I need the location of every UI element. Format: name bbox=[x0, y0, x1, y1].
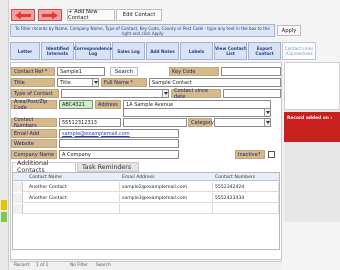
subform-tab-bar: Additional Contacts Task Reminders bbox=[12, 160, 212, 174]
category-select[interactable] bbox=[214, 118, 271, 127]
tab-contact-links[interactable]: Contact Links /Connections bbox=[282, 42, 316, 60]
contact-numbers-field[interactable]: 55512312313 bbox=[59, 118, 121, 127]
row-selector[interactable] bbox=[13, 182, 23, 192]
website-label: Website bbox=[11, 139, 57, 148]
address-line-2-field[interactable] bbox=[123, 108, 271, 117]
record-search-box[interactable]: Search bbox=[96, 263, 111, 268]
address-dropdown-button[interactable] bbox=[264, 109, 270, 116]
tab-correspondence-log[interactable]: Correspondence Log bbox=[74, 42, 112, 60]
column-contact-name[interactable]: Contact Name bbox=[27, 173, 119, 181]
tab-identified-interests[interactable]: Identified Interests bbox=[41, 42, 74, 60]
email-field[interactable]: sample@examplemail.com bbox=[59, 129, 179, 138]
top-toolbar: + Add New Contact Edit Contact bbox=[9, 8, 340, 22]
add-new-contact-button[interactable]: + Add New Contact bbox=[67, 9, 115, 21]
yellow-marker bbox=[1, 200, 7, 210]
tab-export-contact[interactable]: Export Contact bbox=[248, 42, 281, 60]
left-arrow-icon bbox=[15, 11, 31, 19]
chevron-down-icon bbox=[163, 92, 168, 95]
title-label: Title bbox=[11, 78, 55, 87]
no-filter-indicator[interactable]: No Filter bbox=[70, 263, 88, 268]
title-dropdown-button[interactable] bbox=[92, 79, 98, 86]
forward-arrow-button[interactable] bbox=[38, 9, 62, 21]
email-address-cell[interactable]: sample2@examplemail.com bbox=[120, 182, 213, 192]
right-arrow-icon bbox=[42, 11, 58, 19]
tab-additional-contacts[interactable]: Additional Contacts bbox=[12, 160, 76, 174]
record-added-panel: Record added on : bbox=[284, 112, 340, 142]
contact-numbers-cell[interactable]: 5552342424 bbox=[213, 182, 279, 192]
tab-add-notes[interactable]: Add Notes bbox=[146, 42, 179, 60]
contact-name-cell[interactable]: Another Contact bbox=[27, 193, 120, 203]
website-field[interactable] bbox=[59, 139, 179, 148]
key-code-field[interactable] bbox=[221, 67, 281, 76]
green-marker bbox=[1, 212, 7, 222]
row-selector[interactable] bbox=[13, 204, 23, 214]
record-position[interactable]: 1 of 1 bbox=[36, 263, 48, 268]
company-name-label: Company Name bbox=[11, 150, 57, 159]
chevron-down-icon bbox=[93, 81, 98, 84]
category-label: Category bbox=[188, 118, 214, 127]
full-name-field[interactable]: Sample Contact bbox=[149, 78, 281, 87]
contact-ref-field[interactable]: Sample1 bbox=[57, 67, 105, 76]
contact-numbers-cell[interactable]: 5552423434 bbox=[213, 193, 279, 203]
right-image-area bbox=[284, 62, 340, 110]
email-address-cell[interactable] bbox=[120, 204, 213, 214]
contact-numbers-2-field[interactable] bbox=[123, 118, 187, 127]
contact-since-label: Contact since date bbox=[171, 88, 221, 100]
full-name-label: Full Name * bbox=[101, 78, 147, 87]
additional-contacts-grid: Contact Name Email Address Contact Numbe… bbox=[12, 172, 280, 250]
table-row[interactable]: Another Contact sample3@examplemail.com … bbox=[13, 193, 279, 203]
area-post-zip-field[interactable]: ABC4321 bbox=[59, 100, 93, 109]
inactive-label: Inactive? bbox=[235, 150, 265, 159]
inactive-checkbox[interactable] bbox=[268, 151, 275, 158]
column-contact-numbers[interactable]: Contact Numbers bbox=[213, 173, 279, 181]
category-dropdown-button[interactable] bbox=[264, 119, 270, 126]
title-select-value: Title bbox=[60, 79, 71, 86]
contacts-app-window: + Add New Contact Edit Contact To Filter… bbox=[0, 0, 340, 270]
new-record-row[interactable] bbox=[13, 204, 279, 214]
type-of-contact-select[interactable] bbox=[61, 89, 169, 98]
filter-hint: To Filter records by Name, Company Name,… bbox=[10, 24, 275, 37]
grid-header-row: Contact Name Email Address Contact Numbe… bbox=[13, 173, 279, 181]
contact-numbers-label: Contact Numbers bbox=[11, 117, 57, 129]
record-label: Record: bbox=[14, 263, 31, 268]
chevron-down-icon bbox=[265, 111, 270, 114]
table-row[interactable]: Another Contact sample2@examplemail.com … bbox=[13, 182, 279, 192]
contact-ref-label: Contact Ref * bbox=[11, 67, 55, 76]
search-button[interactable]: Search bbox=[110, 67, 138, 76]
tab-sales-log[interactable]: Sales Log bbox=[112, 42, 145, 60]
area-post-zip-label: Area/Post/Zip Code bbox=[11, 99, 57, 111]
record-added-label: Record added on : bbox=[287, 116, 333, 121]
type-of-contact-dropdown-button[interactable] bbox=[162, 90, 168, 97]
record-navigation-bar: Record: 1 of 1 No Filter Search bbox=[10, 261, 282, 270]
tab-view-contact-list[interactable]: View Contact List bbox=[214, 42, 247, 60]
contact-numbers-cell[interactable] bbox=[213, 204, 279, 214]
email-label: Email Add bbox=[11, 129, 57, 138]
title-select[interactable]: Title bbox=[57, 78, 99, 87]
tab-letter[interactable]: Letter bbox=[10, 42, 40, 60]
left-edge-strip bbox=[0, 0, 9, 270]
column-email-address[interactable]: Email Address bbox=[120, 173, 212, 181]
back-arrow-button[interactable] bbox=[11, 9, 35, 21]
company-name-field[interactable]: A Company bbox=[59, 150, 179, 159]
tab-task-reminders[interactable]: Task Reminders bbox=[77, 162, 139, 172]
apply-filter-button[interactable]: Apply bbox=[277, 25, 301, 36]
row-selector[interactable] bbox=[13, 193, 23, 203]
contact-name-cell[interactable]: Another Contact bbox=[27, 182, 120, 192]
tab-labels[interactable]: Labels bbox=[180, 42, 213, 60]
key-code-label: Key Code bbox=[169, 67, 219, 76]
chevron-down-icon bbox=[265, 121, 270, 124]
contact-name-cell[interactable] bbox=[27, 204, 120, 214]
address-label: Address bbox=[95, 100, 121, 109]
contact-since-field[interactable] bbox=[223, 89, 281, 98]
type-of-contact-label: Type of Contact bbox=[11, 89, 59, 98]
function-tab-bar: Letter Identified Interests Corresponden… bbox=[10, 42, 340, 60]
edit-contact-button[interactable]: Edit Contact bbox=[116, 9, 162, 21]
email-address-cell[interactable]: sample3@examplemail.com bbox=[120, 193, 213, 203]
